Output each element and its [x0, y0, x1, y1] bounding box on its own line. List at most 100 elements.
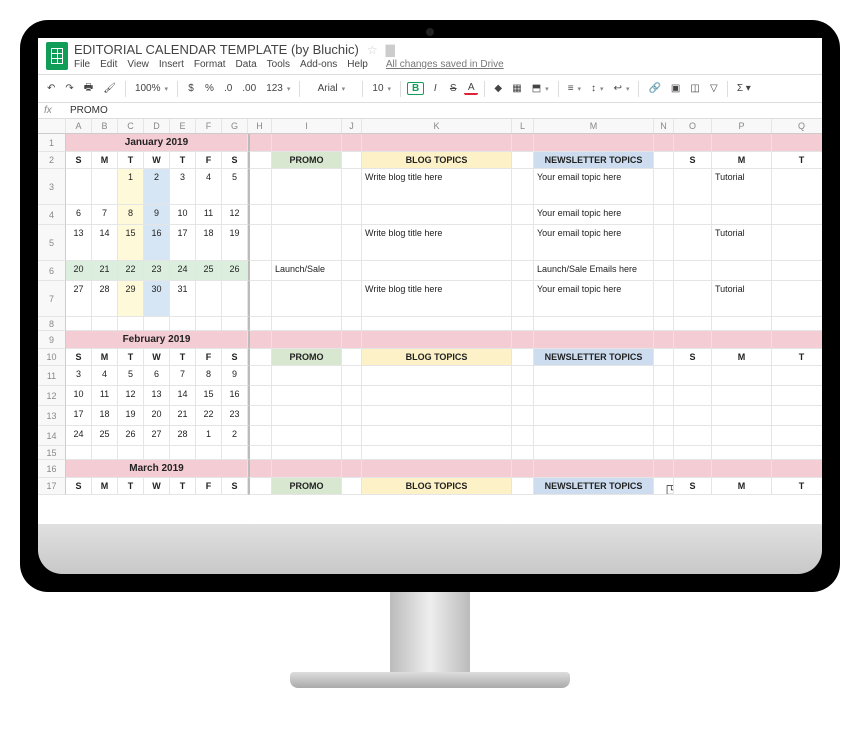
cal-cell[interactable]: 1	[118, 169, 144, 205]
menu-format[interactable]: Format	[194, 59, 226, 70]
cal-cell[interactable]: 20	[144, 406, 170, 426]
rowhead-9[interactable]: 9	[38, 331, 66, 349]
cal-cell[interactable]: 18	[92, 406, 118, 426]
merge-button[interactable]: ⬒	[529, 81, 552, 96]
col-h[interactable]: H	[248, 119, 272, 133]
comment-button[interactable]: ▣	[668, 81, 683, 96]
menu-insert[interactable]: Insert	[159, 59, 184, 70]
filter-button[interactable]: ▽	[707, 81, 721, 96]
p-cell[interactable]: Tutorial	[712, 169, 772, 205]
cal-cell[interactable]: 25	[196, 261, 222, 281]
rowhead-10[interactable]: 10	[38, 349, 66, 366]
cal-cell[interactable]: 9	[222, 366, 248, 386]
cal-cell[interactable]: 27	[66, 281, 92, 317]
cal-cell[interactable]: 26	[118, 426, 144, 446]
cal-cell[interactable]: 17	[66, 406, 92, 426]
col-o[interactable]: O	[674, 119, 712, 133]
cal-cell[interactable]: 12	[118, 386, 144, 406]
col-e[interactable]: E	[170, 119, 196, 133]
cal-cell[interactable]: 13	[144, 386, 170, 406]
news-cell[interactable]: Your email topic here	[534, 169, 654, 205]
cal-cell[interactable]: 10	[66, 386, 92, 406]
redo-button[interactable]: ↷	[62, 81, 76, 96]
dec-increase-button[interactable]: .00	[239, 81, 259, 96]
fontsize-select[interactable]: 10	[369, 81, 394, 96]
col-n[interactable]: N	[654, 119, 674, 133]
star-icon[interactable]: ☆	[367, 43, 378, 57]
col-j[interactable]: J	[342, 119, 362, 133]
blog-cell[interactable]: Write blog title here	[362, 281, 512, 317]
cal-cell[interactable]: 6	[144, 366, 170, 386]
explore-icon[interactable]: ◳	[666, 482, 674, 495]
col-k[interactable]: K	[362, 119, 512, 133]
cal-cell[interactable]: 25	[92, 426, 118, 446]
borders-button[interactable]: ▦	[509, 81, 524, 96]
cal-cell[interactable]: 10	[170, 205, 196, 225]
news-cell[interactable]: Your email topic here	[534, 281, 654, 317]
rowhead-15[interactable]: 15	[38, 446, 66, 460]
rowhead-17[interactable]: 17	[38, 478, 66, 495]
document-title[interactable]: EDITORIAL CALENDAR TEMPLATE (by Bluchic)	[74, 42, 359, 57]
cal-cell[interactable]: 23	[144, 261, 170, 281]
rowhead-6[interactable]: 6	[38, 261, 66, 281]
cal-cell[interactable]: 22	[118, 261, 144, 281]
folder-icon[interactable]: ▇	[386, 43, 395, 57]
cal-cell[interactable]: 24	[66, 426, 92, 446]
paint-button[interactable]: 🖌	[100, 81, 119, 96]
cal-cell[interactable]: 6	[66, 205, 92, 225]
halign-button[interactable]: ≡	[565, 81, 584, 96]
promo-cell[interactable]	[272, 169, 342, 205]
col-q[interactable]: Q	[772, 119, 822, 133]
menu-tools[interactable]: Tools	[267, 59, 290, 70]
rowhead-5[interactable]: 5	[38, 225, 66, 261]
cal-cell[interactable]: 21	[92, 261, 118, 281]
cal-cell[interactable]: 15	[196, 386, 222, 406]
cal-cell[interactable]: 20	[66, 261, 92, 281]
col-p[interactable]: P	[712, 119, 772, 133]
cal-cell[interactable]: 2	[144, 169, 170, 205]
cal-cell[interactable]: 31	[170, 281, 196, 317]
cal-cell[interactable]: 13	[66, 225, 92, 261]
col-m[interactable]: M	[534, 119, 654, 133]
col-d[interactable]: D	[144, 119, 170, 133]
undo-button[interactable]: ↶	[44, 81, 58, 96]
promo-cell[interactable]: Launch/Sale	[272, 261, 342, 281]
rowhead-11[interactable]: 11	[38, 366, 66, 386]
rowhead-7[interactable]: 7	[38, 281, 66, 317]
fill-button[interactable]: ◆	[491, 81, 505, 96]
cal-cell[interactable]: 9	[144, 205, 170, 225]
cal-cell[interactable]: 27	[144, 426, 170, 446]
cal-cell[interactable]: 22	[196, 406, 222, 426]
percent-button[interactable]: %	[202, 81, 217, 96]
news-cell[interactable]: Your email topic here	[534, 225, 654, 261]
cal-cell[interactable]: 17	[170, 225, 196, 261]
rowhead-12[interactable]: 12	[38, 386, 66, 406]
italic-button[interactable]: I	[428, 81, 442, 96]
col-g[interactable]: G	[222, 119, 248, 133]
cal-cell[interactable]: 8	[196, 366, 222, 386]
print-button[interactable]: 🖶	[81, 78, 96, 99]
news-cell[interactable]: Launch/Sale Emails here	[534, 261, 654, 281]
cal-cell[interactable]: 8	[118, 205, 144, 225]
cal-cell[interactable]: 5	[118, 366, 144, 386]
cal-cell[interactable]: 16	[222, 386, 248, 406]
col-b[interactable]: B	[92, 119, 118, 133]
rowhead-8[interactable]: 8	[38, 317, 66, 331]
cal-cell[interactable]: 7	[92, 205, 118, 225]
menu-view[interactable]: View	[127, 59, 149, 70]
cal-cell[interactable]: 12	[222, 205, 248, 225]
textcolor-button[interactable]: A	[464, 82, 478, 95]
rowhead-16[interactable]: 16	[38, 460, 66, 478]
rowhead-13[interactable]: 13	[38, 406, 66, 426]
cal-cell[interactable]: 30	[144, 281, 170, 317]
rowhead-3[interactable]: 3	[38, 169, 66, 205]
bold-button[interactable]: B	[407, 82, 424, 95]
functions-button[interactable]: Σ ▾	[734, 81, 754, 96]
fx-value[interactable]: PROMO	[70, 105, 108, 116]
cal-cell[interactable]: 29	[118, 281, 144, 317]
menu-data[interactable]: Data	[236, 59, 257, 70]
cal-cell[interactable]	[196, 281, 222, 317]
cal-cell[interactable]: 15	[118, 225, 144, 261]
cal-cell[interactable]: 11	[196, 205, 222, 225]
menu-help[interactable]: Help	[347, 59, 368, 70]
